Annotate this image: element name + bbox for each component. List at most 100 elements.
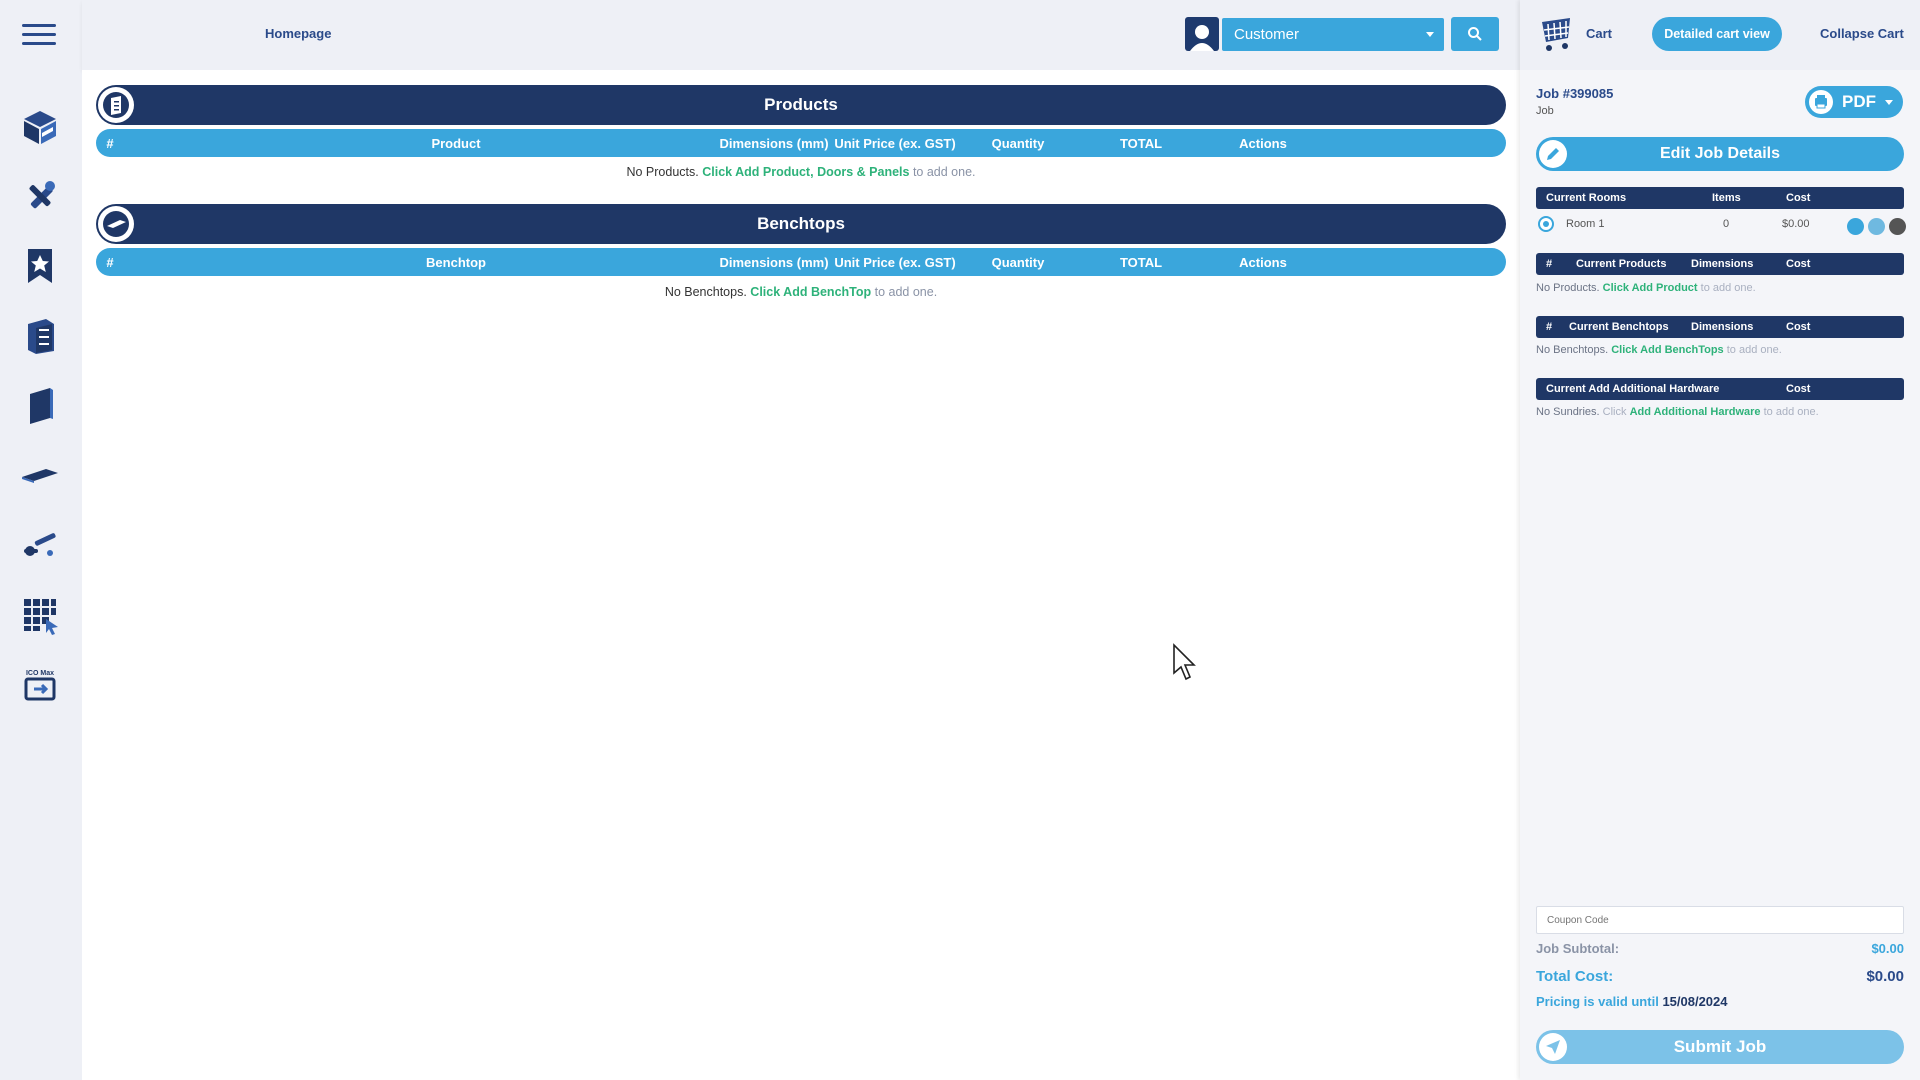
cart-products-empty: No Products. Click Add Product to add on…: [1536, 282, 1756, 294]
pdf-label: PDF: [1842, 92, 1876, 111]
homepage-link[interactable]: Homepage: [265, 26, 331, 41]
job-subtitle: Job: [1536, 105, 1554, 117]
empty-text: No Benchtops.: [664, 285, 747, 299]
hardware-icon[interactable]: [18, 523, 62, 567]
cart-hardware-empty: No Sundries. Click Add Additional Hardwa…: [1536, 406, 1819, 418]
column-header: #: [1546, 258, 1553, 270]
star-bookmark-icon[interactable]: [18, 244, 62, 288]
customer-select[interactable]: Customer: [1222, 18, 1444, 51]
edit-room-icon[interactable]: [1847, 218, 1864, 235]
coupon-code-input[interactable]: [1536, 906, 1904, 934]
svg-text:ICO Max: ICO Max: [26, 670, 54, 677]
sidebar: ICO Max: [0, 0, 82, 1080]
column-header: Actions: [1239, 136, 1287, 151]
top-header: Homepage Customer: [82, 0, 1520, 70]
room-items: 0: [1723, 218, 1730, 230]
column-header: Current Rooms: [1546, 192, 1627, 204]
benchtops-column-header: # Benchtop Dimensions (mm) Unit Price (e…: [96, 248, 1506, 276]
shopping-cart-icon: [1542, 18, 1570, 51]
box-3d-icon[interactable]: [18, 105, 62, 149]
additional-hardware-header: Current Add Additional Hardware Cost: [1536, 378, 1904, 400]
copy-room-icon[interactable]: [1868, 218, 1885, 235]
column-header: Cost: [1786, 192, 1811, 204]
current-benchtops-header: # Current Benchtops Dimensions Cost: [1536, 316, 1904, 338]
column-header: Unit Price (ex. GST): [834, 255, 956, 270]
benchtops-title: Benchtops: [757, 214, 845, 233]
edit-job-label: Edit Job Details: [1659, 145, 1781, 162]
ico-max-icon[interactable]: ICO Max: [18, 663, 62, 707]
cart-top-bar: Cart Detailed cart view Collapse Cart: [1520, 0, 1920, 70]
submit-job-button[interactable]: Submit Job: [1536, 1030, 1904, 1064]
products-empty-message: No Products. Click Add Product, Doors & …: [96, 165, 1506, 179]
total-value: $0.00: [1866, 968, 1904, 985]
search-button[interactable]: [1451, 17, 1499, 51]
customer-select-value: Customer: [1234, 26, 1300, 43]
mouse-pointer-icon: [1173, 643, 1196, 681]
search-icon: [1468, 27, 1482, 41]
column-header: Cost: [1786, 258, 1811, 270]
doors-panels-link[interactable]: Doors & Panels: [817, 165, 909, 179]
column-header: Current Add Additional Hardware: [1546, 383, 1720, 395]
tools-icon[interactable]: [18, 175, 62, 219]
benchtops-section-header: Benchtops: [96, 204, 1506, 244]
customer-avatar-icon: [1185, 17, 1219, 51]
submit-job-label: Submit Job: [1673, 1037, 1767, 1056]
edit-job-details-button[interactable]: Edit Job Details: [1536, 137, 1904, 171]
column-header: Current Benchtops: [1569, 321, 1669, 333]
cart-label: Cart: [1586, 26, 1613, 41]
separator-text: ,: [810, 165, 814, 179]
column-header: Dimensions: [1691, 258, 1754, 270]
current-products-header: # Current Products Dimensions Cost: [1536, 253, 1904, 275]
benchtops-empty-message: No Benchtops. Click Add BenchTop to add …: [96, 285, 1506, 299]
detailed-cart-view-button[interactable]: Detailed cart view: [1652, 17, 1782, 51]
empty-suffix: to add one.: [1763, 406, 1819, 418]
column-header: Dimensions (mm): [719, 136, 829, 151]
column-header: Benchtop: [426, 255, 486, 270]
empty-suffix: to add one.: [912, 165, 976, 179]
rooms-table-header: Current Rooms Items Cost: [1536, 187, 1904, 209]
column-header: Items: [1712, 192, 1741, 204]
cart-add-product-link[interactable]: Click Add Product: [1603, 282, 1698, 294]
paper-plane-icon: [1539, 1033, 1567, 1061]
empty-suffix: to add one.: [1700, 282, 1756, 294]
cart-panel: Cart Detailed cart view Collapse Cart Jo…: [1520, 0, 1920, 1080]
column-header: #: [106, 255, 114, 270]
column-header: Quantity: [991, 255, 1045, 270]
benchtop-icon[interactable]: [18, 453, 62, 497]
column-header: Current Products: [1576, 258, 1667, 270]
cart-benchtops-empty: No Benchtops. Click Add BenchTops to add…: [1536, 344, 1782, 356]
total-cost-row: Total Cost: $0.00: [1536, 968, 1904, 985]
add-additional-hardware-link[interactable]: Add Additional Hardware: [1630, 406, 1761, 418]
column-header: #: [1546, 321, 1553, 333]
add-product-link[interactable]: Click Add Product: [702, 165, 810, 179]
products-column-header: # Product Dimensions (mm) Unit Price (ex…: [96, 129, 1506, 157]
column-header: Actions: [1239, 255, 1287, 270]
delete-room-icon[interactable]: [1889, 218, 1906, 235]
room-row: Room 1 0 $0.00: [1536, 213, 1906, 235]
valid-prefix: Pricing is valid until: [1536, 994, 1659, 1009]
chevron-down-icon: [1426, 32, 1434, 37]
job-subtotal-row: Job Subtotal: $0.00: [1536, 941, 1904, 956]
column-header: Cost: [1786, 321, 1811, 333]
collapse-cart-button[interactable]: Collapse Cart: [1820, 26, 1904, 41]
empty-suffix: to add one.: [874, 285, 938, 299]
pdf-dropdown-button[interactable]: PDF: [1805, 86, 1903, 118]
grid-click-icon[interactable]: [18, 593, 62, 637]
add-benchtop-link[interactable]: Click Add BenchTop: [750, 285, 871, 299]
printer-icon: [1809, 90, 1833, 114]
hamburger-menu-icon[interactable]: [22, 24, 56, 46]
cart-add-benchtops-link[interactable]: Click Add BenchTops: [1611, 344, 1723, 356]
empty-suffix: to add one.: [1726, 344, 1782, 356]
door-panel-icon[interactable]: [18, 384, 62, 428]
column-header: Quantity: [991, 136, 1045, 151]
cabinet-icon[interactable]: [18, 314, 62, 358]
column-header: #: [106, 136, 114, 151]
products-title: Products: [764, 95, 838, 114]
column-header: TOTAL: [1119, 255, 1163, 270]
valid-date: 15/08/2024: [1662, 994, 1728, 1009]
empty-text: No Products.: [1536, 282, 1600, 294]
empty-text: No Products.: [626, 165, 699, 179]
total-label: Total Cost:: [1536, 968, 1614, 985]
room-radio[interactable]: [1538, 216, 1554, 232]
job-number: Job #399085: [1536, 86, 1614, 101]
